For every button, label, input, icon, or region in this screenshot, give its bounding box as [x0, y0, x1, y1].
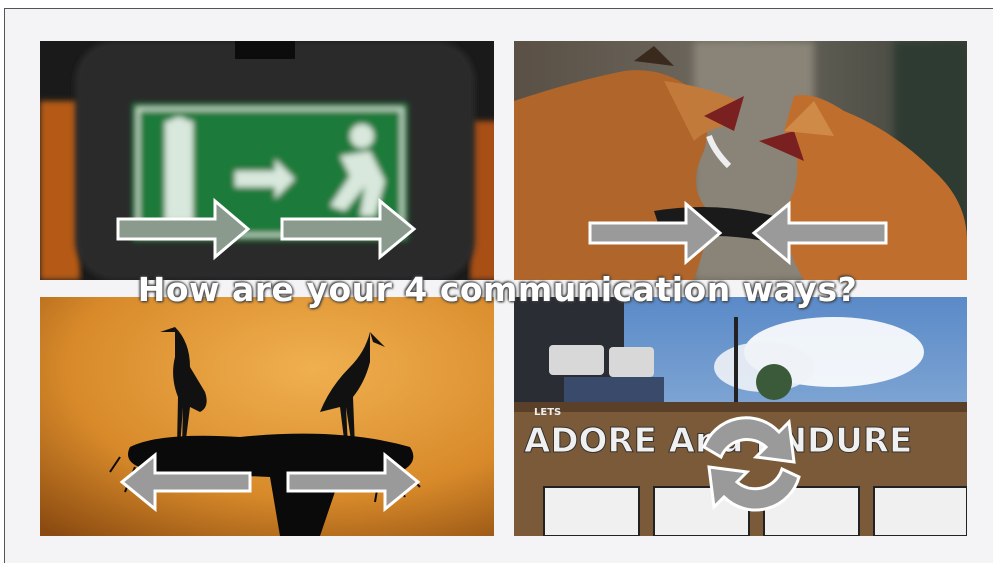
storks-image: [40, 297, 494, 536]
slide-title: How are your 4 communication ways?: [137, 270, 858, 309]
exit-sign-image: [40, 41, 494, 280]
graffiti-building-image: LETS ADORE And ENDURE: [514, 297, 967, 536]
foxes-image: [514, 41, 967, 280]
wall-text-lets: LETS: [534, 407, 561, 418]
